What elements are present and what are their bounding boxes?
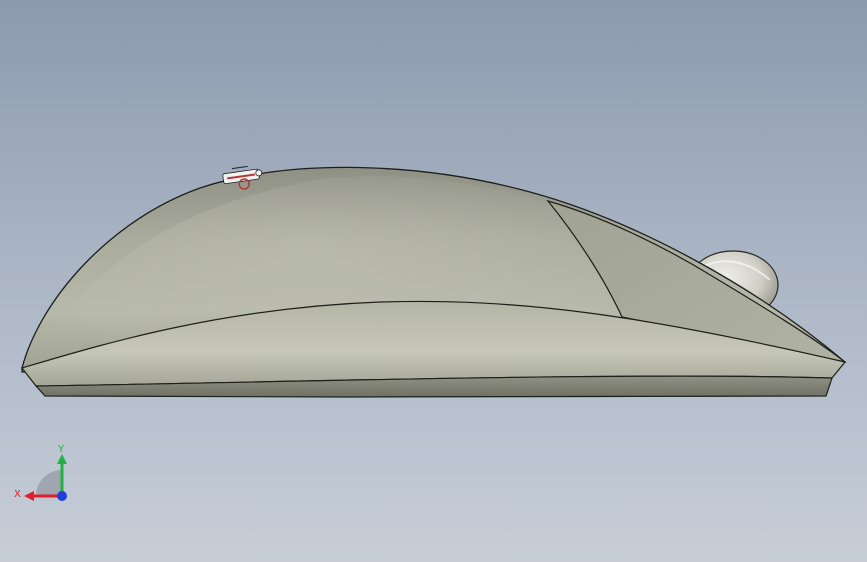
y-axis-label: Y bbox=[57, 444, 65, 455]
triad-quarter-disc bbox=[36, 470, 62, 496]
x-axis-arrow-icon bbox=[24, 491, 34, 501]
mouse-model[interactable] bbox=[0, 0, 867, 562]
axis-triad: Y X bbox=[14, 444, 67, 501]
z-axis-dot bbox=[57, 491, 67, 501]
y-axis-arrow-icon bbox=[57, 454, 67, 464]
x-axis-label: X bbox=[14, 489, 21, 500]
cad-graphics-viewport[interactable]: Y X bbox=[0, 0, 867, 562]
